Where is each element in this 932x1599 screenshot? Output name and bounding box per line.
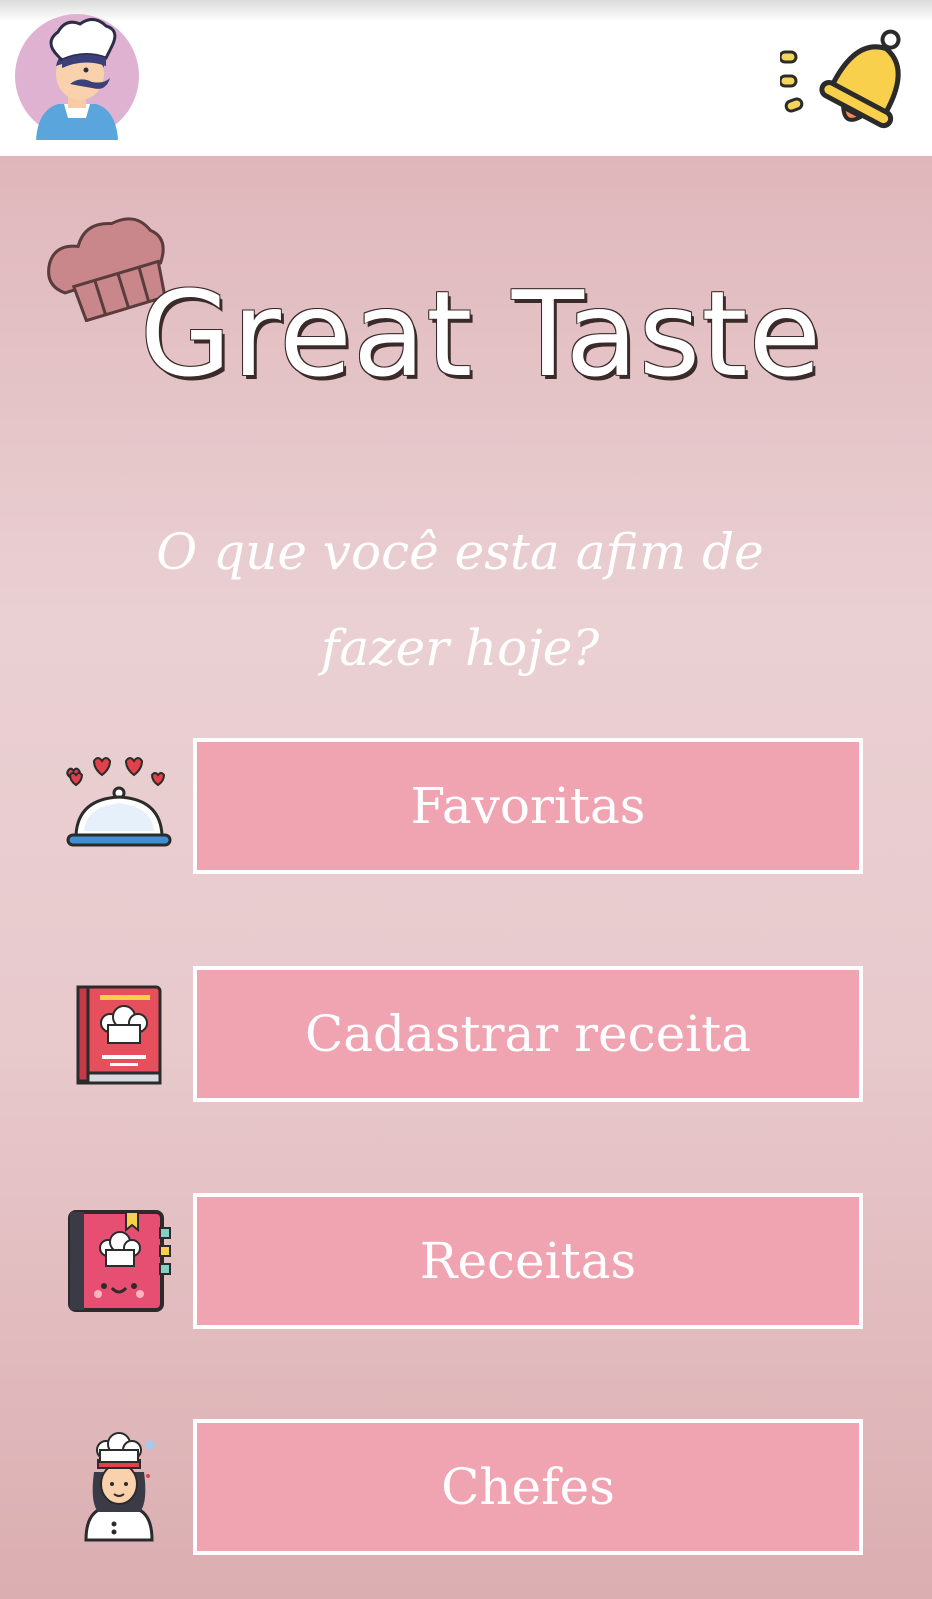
recipe-book-icon (64, 979, 174, 1089)
menu-row-chefes: Chefes (0, 1419, 932, 1555)
chef-woman-icon (64, 1432, 174, 1542)
top-bar (0, 0, 932, 156)
serving-cloche-hearts-icon (64, 751, 174, 861)
menu-row-cadastrar-receita: Cadastrar receita (0, 966, 932, 1102)
recipe-notebook-icon (64, 1206, 174, 1316)
favoritas-button[interactable]: Favoritas (193, 738, 863, 874)
receitas-button[interactable]: Receitas (193, 1193, 863, 1329)
app-title: Great Taste (139, 265, 823, 403)
menu-row-favoritas: Favoritas (0, 738, 932, 874)
menu-row-receitas: Receitas (0, 1193, 932, 1329)
chef-avatar-icon[interactable] (14, 12, 140, 140)
subtitle: O que você esta afim de fazer hoje? (156, 523, 764, 677)
bell-icon[interactable] (778, 20, 920, 136)
chefes-button[interactable]: Chefes (193, 1419, 863, 1555)
main-content: Great Taste O que você esta afim de faze… (0, 156, 932, 1599)
cadastrar-receita-button[interactable]: Cadastrar receita (193, 966, 863, 1102)
